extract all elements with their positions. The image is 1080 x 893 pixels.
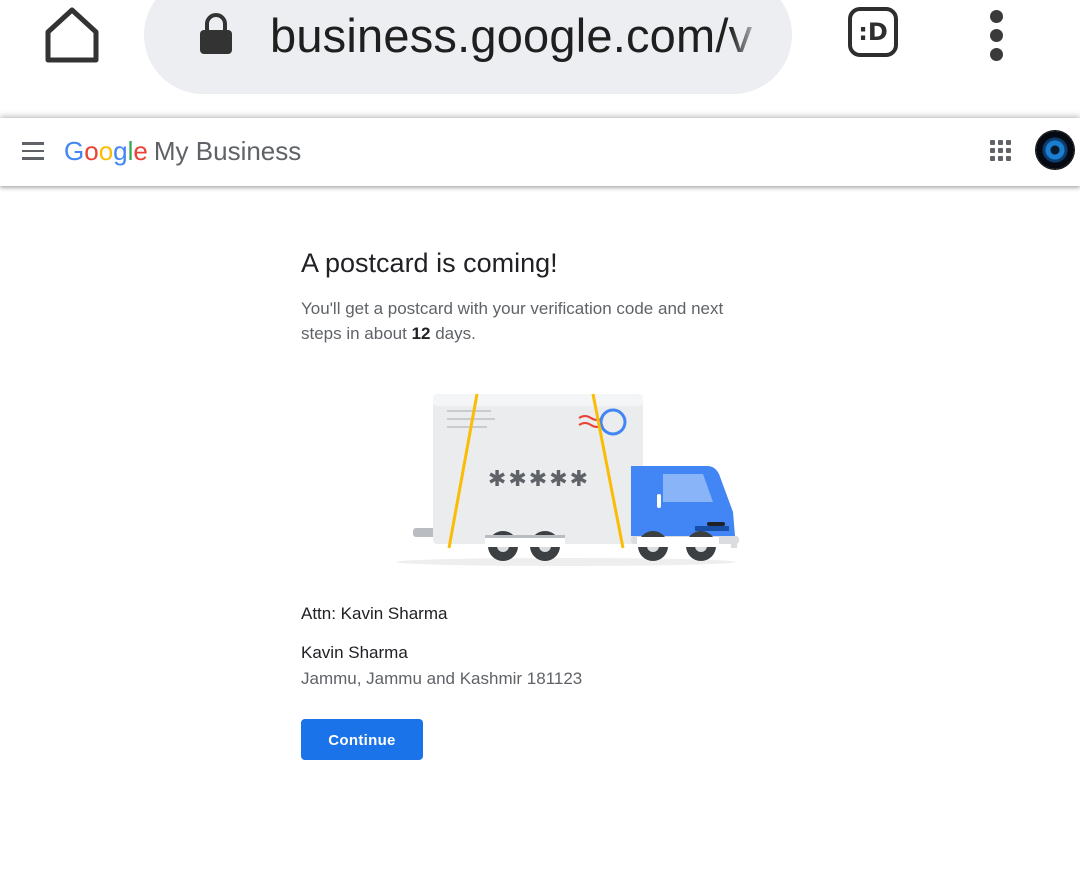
account-avatar[interactable] — [1036, 131, 1074, 169]
postcard-truck-illustration: ✱✱✱✱✱ — [391, 390, 741, 570]
address-recipient: Kavin Sharma — [301, 643, 408, 662]
continue-button[interactable]: Continue — [301, 719, 423, 760]
extension-button[interactable]: :D — [848, 7, 898, 57]
app-header: Google My Business — [0, 118, 1080, 186]
google-apps-grid-icon[interactable] — [990, 140, 1012, 162]
days-count: 12 — [411, 324, 431, 343]
page-title: A postcard is coming! — [301, 248, 558, 278]
product-name: My Business — [153, 136, 302, 166]
logo-letter: e — [133, 136, 148, 166]
address-location: Jammu, Jammu and Kashmir 181123 — [301, 669, 583, 688]
description-text: You'll get a postcard with your verifica… — [301, 299, 724, 343]
attention-line: Attn: Kavin Sharma — [301, 604, 448, 623]
page-description: You'll get a postcard with your verifica… — [301, 296, 761, 346]
url-text[interactable]: business.google.com/v — [270, 6, 762, 66]
browser-toolbar: business.google.com/v :D — [0, 0, 1080, 118]
logo-letter: g — [113, 136, 128, 166]
lock-icon[interactable] — [198, 12, 234, 56]
verification-code-placeholder: ✱✱✱✱✱ — [488, 467, 590, 492]
url-fade — [730, 6, 764, 66]
logo-letter: o — [84, 136, 99, 166]
google-my-business-logo[interactable]: Google My Business — [64, 134, 301, 168]
logo-letter: G — [64, 136, 85, 166]
home-icon[interactable] — [40, 4, 104, 68]
more-vert-icon[interactable] — [984, 8, 1008, 62]
hamburger-menu-icon[interactable] — [22, 142, 44, 160]
logo-letter: o — [98, 136, 114, 166]
description-suffix: days. — [430, 324, 476, 343]
